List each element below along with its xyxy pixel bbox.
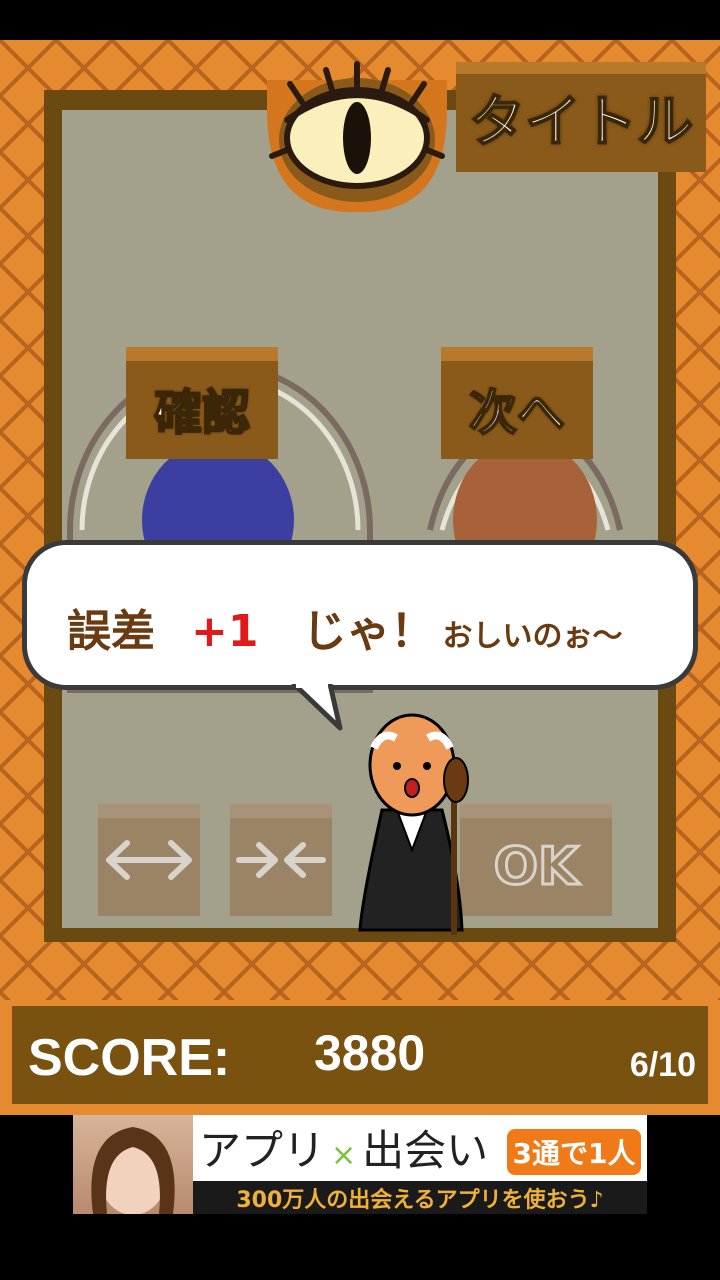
ad-subtext: 300万人の出会えるアプリを使おう♪ [193, 1181, 647, 1214]
score-bar: SCORE: 3880 6/10 [0, 1000, 720, 1115]
title-button[interactable]: タイトル [456, 62, 706, 172]
ad-banner[interactable]: アプリ × 出会い 3通で1人 300万人の出会えるアプリを使おう♪ [73, 1115, 647, 1214]
score-value: 3880 [314, 1025, 426, 1081]
ad-headline-x: × [331, 1138, 357, 1173]
error-value: +1 [191, 606, 259, 657]
eye-icon [267, 61, 447, 213]
score-panel: SCORE: 3880 6/10 [12, 1006, 708, 1104]
comment-text: おしいのぉ〜 [442, 619, 623, 654]
exclaim-text: じゃ！ [302, 606, 435, 657]
game-screen: タイトル 確認 次へ 誤差 +1 じゃ！ おしいのぉ〜 OK SCORE: 38… [0, 0, 720, 1280]
narrow-arrows-icon [236, 842, 326, 878]
narrow-button[interactable] [230, 804, 332, 916]
error-word: 誤差 [67, 606, 155, 657]
ad-headline-a: アプリ [199, 1126, 326, 1175]
ad-photo [73, 1115, 193, 1214]
bubble-tail [291, 684, 343, 731]
bubble-text: 誤差 +1 じゃ！ おしいのぉ〜 [67, 595, 622, 659]
round-progress: 6/10 [629, 1046, 696, 1084]
woman-portrait-icon [91, 1127, 175, 1214]
score-label: SCORE: [28, 1029, 231, 1087]
ad-headline: アプリ × 出会い [199, 1117, 488, 1178]
ad-badge: 3通で1人 [507, 1129, 641, 1175]
ad-headline-b: 出会い [362, 1126, 489, 1175]
next-button[interactable]: 次へ [441, 347, 593, 459]
confirm-button[interactable]: 確認 [126, 347, 278, 459]
old-man-character [358, 713, 469, 935]
speech-bubble: 誤差 +1 じゃ！ おしいのぉ〜 [22, 540, 698, 690]
widen-arrows-icon [106, 840, 192, 880]
widen-button[interactable] [98, 804, 200, 916]
ok-button[interactable]: OK [460, 804, 612, 916]
